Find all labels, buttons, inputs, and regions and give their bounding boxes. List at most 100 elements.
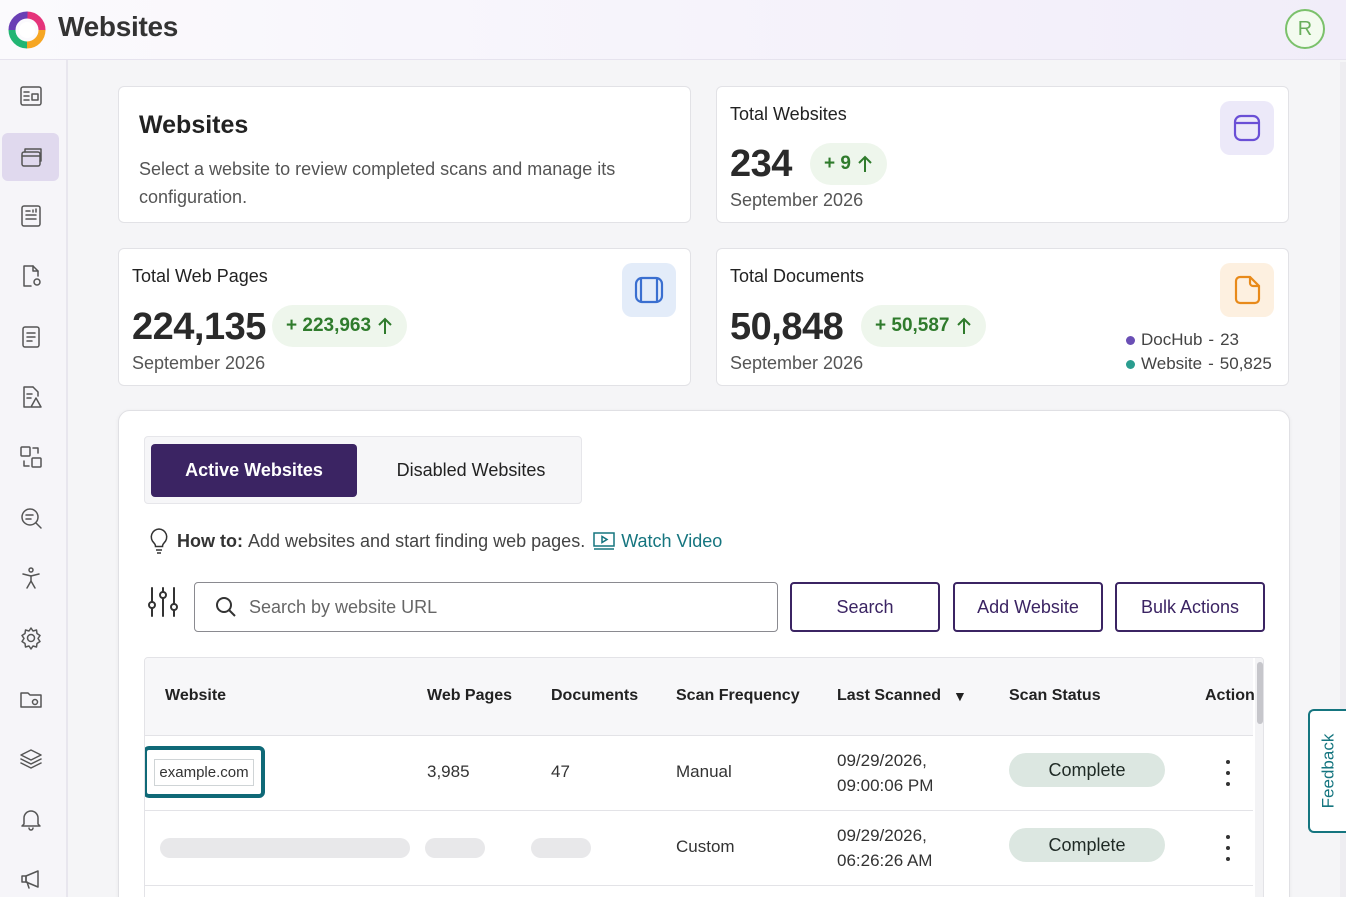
loading-skeleton xyxy=(531,838,591,858)
status-badge: Complete xyxy=(1009,753,1165,787)
lightbulb-icon xyxy=(150,528,168,554)
legend-label: DocHub xyxy=(1141,330,1203,349)
search-button[interactable]: Search xyxy=(790,582,940,632)
sidebar xyxy=(0,60,68,897)
top-bar: Websites R xyxy=(0,0,1346,60)
page-description: Select a website to review completed sca… xyxy=(139,159,616,207)
arrow-up-icon xyxy=(858,155,872,172)
page-title: Websites xyxy=(139,111,249,139)
sidebar-item-search-scan[interactable] xyxy=(2,494,59,542)
sidebar-item-convert[interactable] xyxy=(2,433,59,481)
tab-active-websites[interactable]: Active Websites xyxy=(151,444,357,497)
stat-card-websites: Total Websites 234 + 9 September 2026 xyxy=(716,86,1289,223)
legend-label: Website xyxy=(1141,354,1203,373)
sidebar-item-announcements[interactable] xyxy=(2,855,59,897)
sidebar-item-accessibility[interactable] xyxy=(2,554,59,602)
howto-text: Add websites and start finding web pages… xyxy=(247,530,586,551)
sidebar-item-document-list[interactable] xyxy=(2,313,59,361)
dashboard-icon xyxy=(19,86,42,106)
sidebar-item-notifications[interactable] xyxy=(2,795,59,843)
last-scanned-time: 09:00:06 PM xyxy=(837,776,934,795)
document-list-icon xyxy=(21,326,40,348)
legend-dot xyxy=(1126,359,1135,369)
sidebar-item-document-warning[interactable] xyxy=(2,373,59,421)
column-header-last-scanned[interactable]: Last Scanned xyxy=(837,687,941,705)
video-icon xyxy=(593,532,615,550)
row-actions-kebab-icon[interactable] xyxy=(1225,835,1231,861)
table-scrollbar-thumb[interactable] xyxy=(1257,662,1263,724)
table-row: Custom 09/29/2026, 06:26:26 AM Complete xyxy=(145,811,1253,886)
column-header-scan-status[interactable]: Scan Status xyxy=(1009,687,1101,705)
user-avatar[interactable]: R xyxy=(1285,9,1325,49)
sidebar-item-folder-settings[interactable] xyxy=(2,675,59,723)
legend-separator: - xyxy=(1208,330,1215,349)
column-header-scan-frequency[interactable]: Scan Frequency xyxy=(676,687,800,705)
filter-sliders-icon[interactable] xyxy=(146,585,180,619)
last-scanned-date: 09/29/2026, xyxy=(837,826,927,845)
legend-value: 50,825 xyxy=(1219,354,1272,373)
howto-bar: How to: Add websites and start finding w… xyxy=(147,526,722,556)
webpage-stat-icon xyxy=(622,263,676,317)
legend-value: 23 xyxy=(1220,330,1240,349)
website-link[interactable]: example.com xyxy=(145,746,265,798)
stat-card-documents: Total Documents 50,848 + 50,587 Septembe… xyxy=(716,248,1289,386)
websites-icon xyxy=(20,148,42,167)
tab-disabled-websites[interactable]: Disabled Websites xyxy=(365,444,577,497)
sidebar-item-dashboard[interactable] xyxy=(2,72,59,120)
websites-table: Website Web Pages Documents Scan Frequen… xyxy=(144,657,1264,897)
legend-separator: - xyxy=(1208,354,1214,373)
intro-card: Websites Select a website to review comp… xyxy=(118,86,691,223)
stat-delta: + 9 xyxy=(810,143,887,185)
bulk-actions-button[interactable]: Bulk Actions xyxy=(1115,582,1265,632)
search-input[interactable] xyxy=(249,596,749,618)
document-stat-icon xyxy=(1220,263,1274,317)
column-header-documents[interactable]: Documents xyxy=(551,687,638,705)
howto-label: How to: xyxy=(177,530,243,551)
row-actions-kebab-icon[interactable] xyxy=(1225,760,1231,786)
feedback-tab[interactable]: Feedback xyxy=(1308,709,1346,833)
last-scanned-cell: 09/29/2026, 09:00:06 PM xyxy=(837,748,933,798)
website-tabs: Active Websites Disabled Websites xyxy=(144,436,582,504)
stat-delta: + 50,587 xyxy=(861,305,986,347)
app-title: Websites xyxy=(58,11,179,42)
add-website-button[interactable]: Add Website xyxy=(953,582,1103,632)
search-field[interactable] xyxy=(194,582,778,632)
search-icon xyxy=(216,597,236,617)
column-header-website[interactable]: Website xyxy=(165,687,226,705)
websites-panel: Active Websites Disabled Websites How to… xyxy=(118,410,1290,897)
feedback-label: Feedback xyxy=(1318,733,1338,809)
arrow-up-icon xyxy=(956,317,971,334)
stat-title: Total Web Pages xyxy=(132,266,268,286)
stat-delta: + 223,963 xyxy=(272,305,408,347)
search-scan-icon xyxy=(20,508,42,529)
document-settings-icon xyxy=(22,265,41,287)
table-header: Website Web Pages Documents Scan Frequen… xyxy=(145,658,1255,736)
stat-delta-value: + 9 xyxy=(824,153,851,174)
status-badge: Complete xyxy=(1009,828,1165,862)
sidebar-item-layers[interactable] xyxy=(2,735,59,783)
legend-website: Website - 50,825 xyxy=(1126,354,1272,374)
convert-icon xyxy=(19,446,42,468)
app-logo-icon[interactable] xyxy=(6,9,48,51)
sort-desc-icon[interactable]: ▼ xyxy=(953,688,967,704)
stat-title: Total Documents xyxy=(730,266,865,286)
stat-date: September 2026 xyxy=(132,353,266,373)
watch-video-link[interactable]: Watch Video xyxy=(593,531,722,552)
stat-delta-value: + 50,587 xyxy=(875,315,950,336)
sidebar-item-websites[interactable] xyxy=(2,133,59,181)
reports-icon xyxy=(20,205,41,227)
stat-value: 234 xyxy=(730,143,792,185)
table-scrollbar[interactable] xyxy=(1255,658,1263,897)
sidebar-item-reports[interactable] xyxy=(2,192,59,240)
loading-skeleton xyxy=(160,838,410,858)
sidebar-item-settings[interactable] xyxy=(2,614,59,662)
column-header-web-pages[interactable]: Web Pages xyxy=(427,687,512,705)
folder-settings-icon xyxy=(19,692,42,708)
megaphone-icon xyxy=(20,870,39,889)
settings-icon xyxy=(20,627,41,650)
legend-dochub: DocHub - 23 xyxy=(1126,330,1239,350)
sidebar-item-document-settings[interactable] xyxy=(2,252,59,300)
stat-delta-value: + 223,963 xyxy=(286,315,372,336)
bell-icon xyxy=(20,810,41,831)
stat-value: 50,848 xyxy=(730,306,844,348)
